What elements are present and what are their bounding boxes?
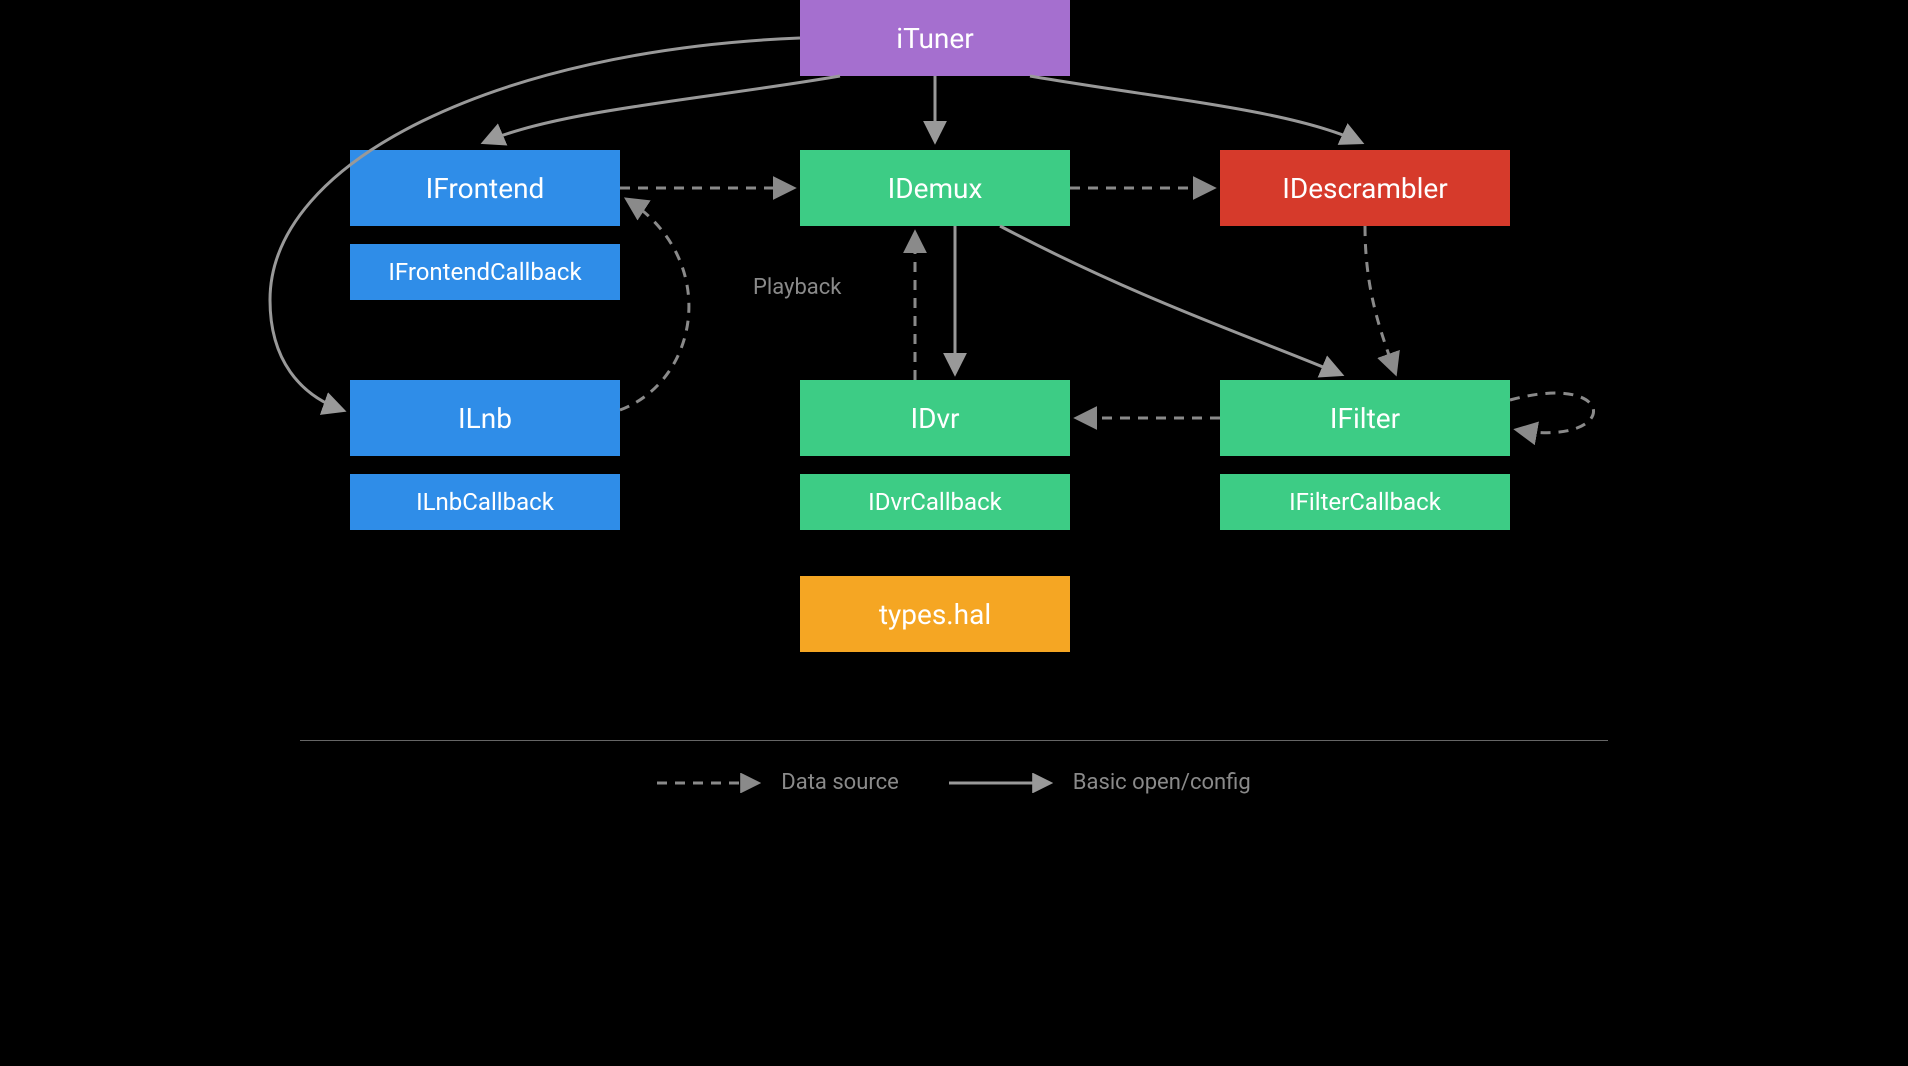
legend-item-solid: Basic open/config — [949, 770, 1251, 795]
legend-item-dashed: Data source — [657, 770, 899, 795]
node-idvrcallback-label: IDvrCallback — [868, 488, 1002, 516]
legend-solid-arrow-icon — [949, 773, 1059, 793]
edge-label-playback: Playback — [753, 275, 841, 300]
node-ilnbcallback-label: ILnbCallback — [416, 488, 554, 516]
legend-divider — [300, 740, 1608, 741]
legend-dashed-label: Data source — [781, 770, 899, 795]
node-ifrontend: IFrontend — [350, 150, 620, 226]
node-idvr: IDvr — [800, 380, 1070, 456]
node-idemux: IDemux — [800, 150, 1070, 226]
node-typeshal-label: types.hal — [879, 598, 991, 631]
node-idvr-label: IDvr — [910, 402, 959, 435]
node-ituner-label: iTuner — [896, 22, 973, 55]
node-ifilter: IFilter — [1220, 380, 1510, 456]
node-ifrontend-label: IFrontend — [426, 172, 545, 205]
node-ifiltercallback: IFilterCallback — [1220, 474, 1510, 530]
legend: Data source Basic open/config — [200, 770, 1708, 795]
node-typeshal: types.hal — [800, 576, 1070, 652]
node-idemux-label: IDemux — [888, 172, 983, 205]
node-idescrambler-label: IDescrambler — [1282, 172, 1448, 205]
node-idescrambler: IDescrambler — [1220, 150, 1510, 226]
node-ilnb-label: ILnb — [458, 402, 512, 435]
node-ifrontendcallback-label: IFrontendCallback — [388, 258, 581, 286]
node-ilnb: ILnb — [350, 380, 620, 456]
node-ifilter-label: IFilter — [1330, 402, 1400, 435]
legend-dashed-arrow-icon — [657, 773, 767, 793]
diagram-canvas: iTuner IFrontend IFrontendCallback IDemu… — [200, 0, 1708, 845]
node-ifiltercallback-label: IFilterCallback — [1289, 488, 1441, 516]
node-ilnbcallback: ILnbCallback — [350, 474, 620, 530]
node-ituner: iTuner — [800, 0, 1070, 76]
node-ifrontendcallback: IFrontendCallback — [350, 244, 620, 300]
legend-solid-label: Basic open/config — [1073, 770, 1251, 795]
node-idvrcallback: IDvrCallback — [800, 474, 1070, 530]
